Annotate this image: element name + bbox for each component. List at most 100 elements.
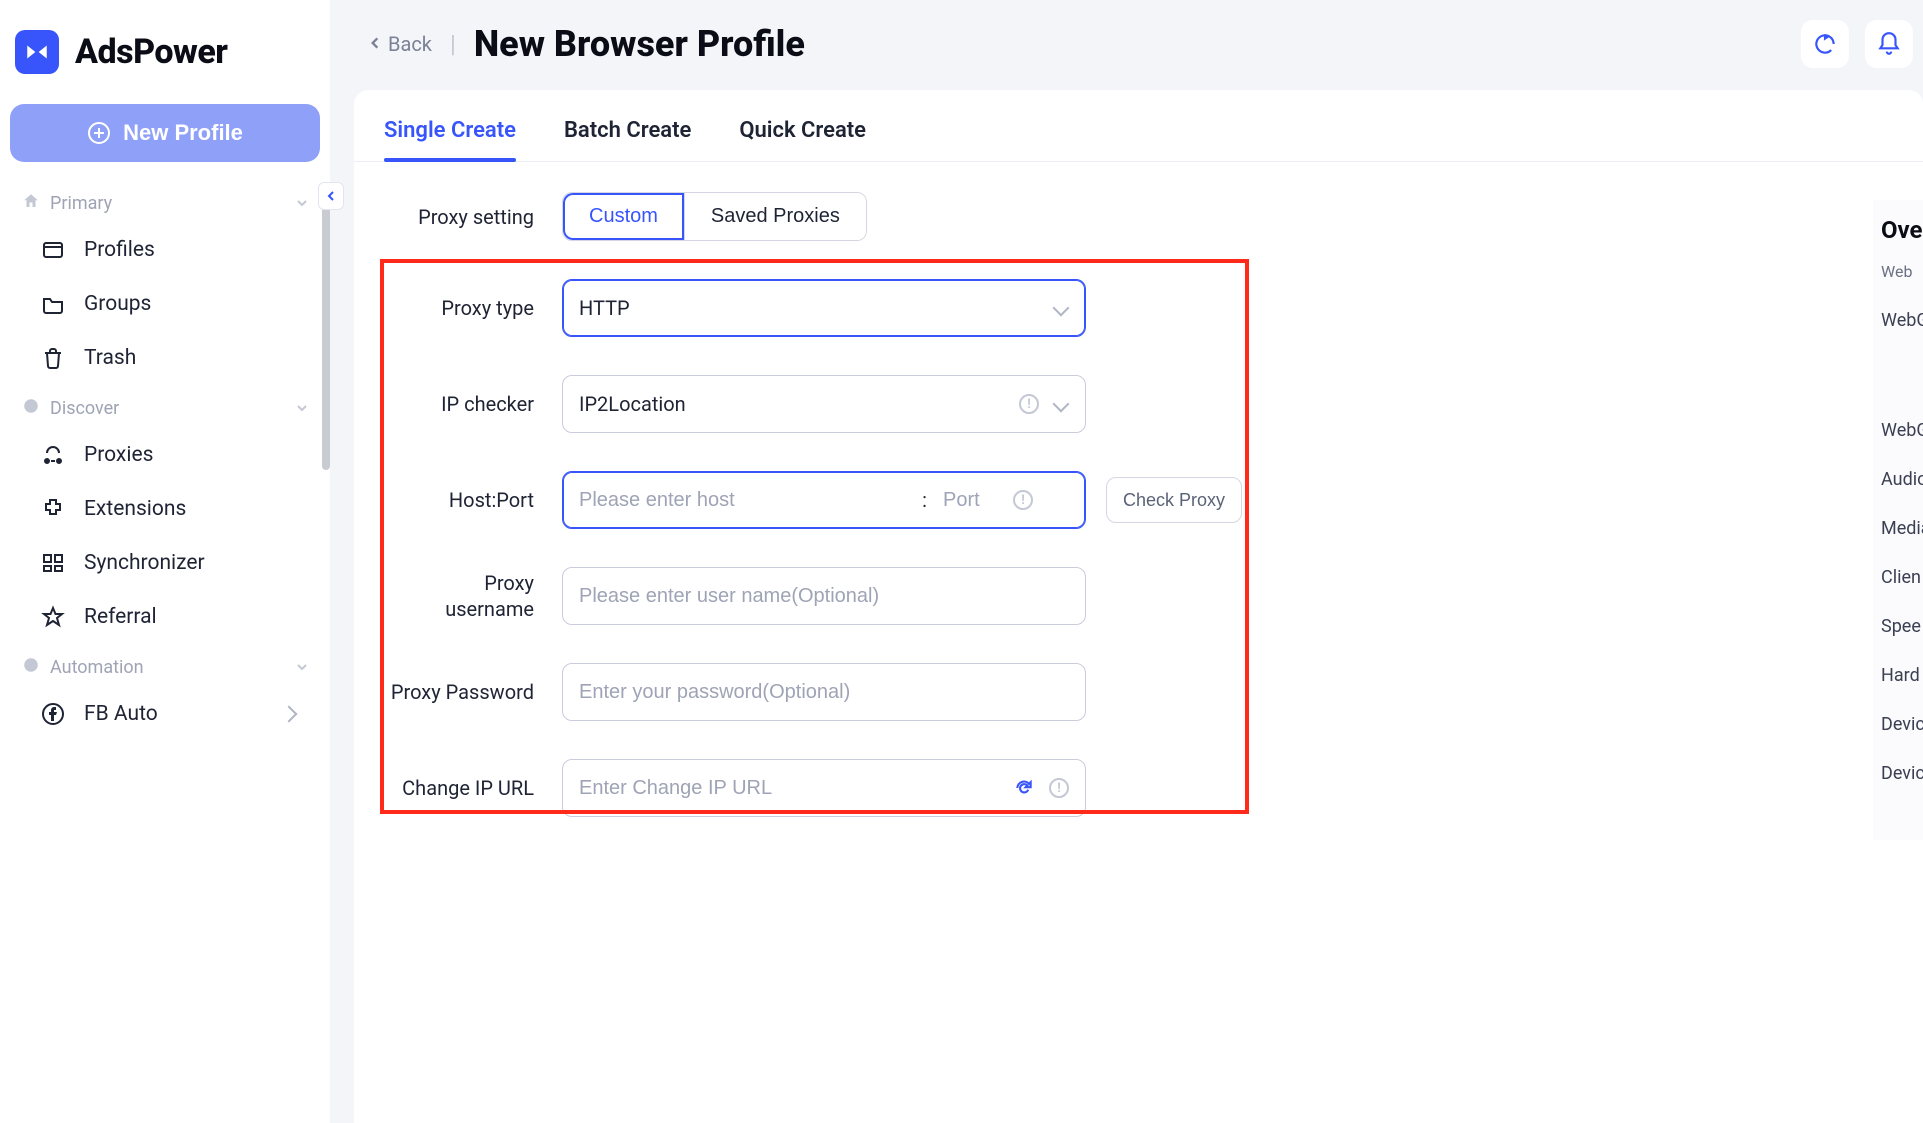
star-icon (40, 604, 66, 630)
sync-button[interactable] (1801, 20, 1849, 68)
sidebar-item-extensions[interactable]: Extensions (0, 482, 330, 536)
tab-single-create[interactable]: Single Create (384, 110, 516, 161)
host-port-colon: : (914, 488, 935, 512)
info-icon: ! (1019, 394, 1039, 414)
proxy-password-input[interactable] (579, 681, 1069, 704)
sidebar-item-label: Referral (84, 605, 157, 629)
overview-title: Ove (1881, 216, 1923, 244)
main: Back | New Browser Profile Single Create (350, 0, 1923, 1123)
sync-arrows-icon (1812, 31, 1838, 57)
label-proxy-setting: Proxy setting (384, 205, 562, 229)
brand-name: AdsPower (75, 32, 227, 72)
section-primary-label: Primary (50, 193, 112, 214)
logo-icon (24, 39, 50, 65)
section-discover-label: Discover (50, 398, 119, 419)
sidebar-collapse-button[interactable] (318, 182, 344, 210)
overview-item: Hard (1881, 665, 1923, 686)
back-label: Back (388, 32, 432, 56)
info-icon: ! (1049, 778, 1069, 798)
proxy-username-input[interactable] (579, 585, 1069, 608)
row-host-port: Host:Port : ! Check Proxy (384, 471, 1893, 529)
overview-item: Spee (1881, 616, 1923, 637)
tab-label: Quick Create (739, 118, 866, 143)
proxy-type-select[interactable]: HTTP (562, 279, 1086, 337)
sidebar-item-profiles[interactable]: Profiles (0, 223, 330, 277)
sidebar-item-groups[interactable]: Groups (0, 277, 330, 331)
label-ip-checker: IP checker (384, 392, 562, 416)
check-proxy-button[interactable]: Check Proxy (1106, 477, 1242, 523)
label-change-ip-url: Change IP URL (384, 776, 562, 800)
sidebar-item-synchronizer[interactable]: Synchronizer (0, 536, 330, 590)
brand-logo (15, 30, 59, 74)
sidebar: AdsPower New Profile Primary Profiles Gr… (0, 0, 330, 1123)
divider: | (450, 30, 456, 58)
proxy-password-wrapper (562, 663, 1086, 721)
sidebar-scrollbar[interactable] (322, 200, 330, 470)
proxy-setting-saved-button[interactable]: Saved Proxies (685, 193, 866, 240)
info-icon: ! (1013, 490, 1033, 510)
sidebar-item-label: Proxies (84, 443, 153, 467)
sidebar-item-label: Profiles (84, 238, 155, 262)
seg-label: Saved Proxies (711, 205, 840, 227)
brand: AdsPower (0, 0, 330, 94)
sidebar-item-fb-auto[interactable]: FB Auto (0, 687, 330, 741)
trash-icon (40, 345, 66, 371)
sidebar-item-label: Extensions (84, 497, 186, 521)
check-proxy-label: Check Proxy (1123, 490, 1225, 510)
label-proxy-username: Proxy username (384, 570, 562, 622)
plus-circle-icon (87, 121, 111, 145)
row-proxy-type: Proxy type HTTP (384, 279, 1893, 337)
row-ip-checker: IP checker IP2Location ! (384, 375, 1893, 433)
tab-label: Batch Create (564, 118, 691, 143)
tab-batch-create[interactable]: Batch Create (564, 110, 691, 161)
label-proxy-type: Proxy type (384, 296, 562, 320)
tab-quick-create[interactable]: Quick Create (739, 110, 866, 161)
overview-item: WebGL meta ta (1881, 309, 1923, 332)
compass-icon (22, 397, 40, 420)
notifications-button[interactable] (1865, 20, 1913, 68)
host-input[interactable] (579, 489, 898, 512)
chevron-down-icon (296, 398, 308, 419)
proxies-icon (40, 442, 66, 468)
sidebar-item-proxies[interactable]: Proxies (0, 428, 330, 482)
sidebar-item-trash[interactable]: Trash (0, 331, 330, 385)
overview-item: Audio (1881, 469, 1923, 490)
row-proxy-setting: Proxy setting Custom Saved Proxies (384, 192, 1893, 241)
section-primary-header[interactable]: Primary (0, 180, 330, 223)
new-profile-button[interactable]: New Profile (10, 104, 320, 162)
chevron-left-icon (368, 34, 382, 55)
new-profile-label: New Profile (123, 120, 243, 146)
chevron-down-icon (296, 657, 308, 678)
overview-panel: Ove Web WebGL meta ta WebG Audio Media d… (1873, 200, 1923, 840)
chevron-down-icon (1053, 300, 1069, 316)
proxy-setting-custom-button[interactable]: Custom (563, 193, 685, 240)
back-link[interactable]: Back (368, 32, 432, 56)
section-automation-header[interactable]: Automation (0, 644, 330, 687)
sidebar-item-label: Synchronizer (84, 551, 205, 575)
section-discover-header[interactable]: Discover (0, 385, 330, 428)
tab-label: Single Create (384, 118, 516, 143)
sidebar-item-label: Trash (84, 346, 136, 370)
extensions-icon (40, 496, 66, 522)
bell-icon (1876, 31, 1902, 57)
change-ip-url-input[interactable] (579, 777, 1013, 800)
topbar: Back | New Browser Profile (350, 0, 1923, 78)
row-proxy-password: Proxy Password (384, 663, 1893, 721)
profiles-icon (40, 237, 66, 263)
chevron-down-icon (1053, 396, 1069, 412)
label-proxy-password: Proxy Password (384, 680, 562, 704)
seg-label: Custom (589, 205, 658, 227)
facebook-icon (40, 701, 66, 727)
ip-checker-select[interactable]: IP2Location ! (562, 375, 1086, 433)
port-input[interactable] (943, 489, 1003, 512)
sidebar-item-referral[interactable]: Referral (0, 590, 330, 644)
ip-checker-value: IP2Location (579, 392, 1019, 416)
sync-icon (40, 550, 66, 576)
folder-icon (40, 291, 66, 317)
refresh-icon[interactable] (1013, 777, 1035, 799)
content-card: Single Create Batch Create Quick Create … (354, 90, 1923, 1123)
page-title: New Browser Profile (474, 23, 805, 65)
form-area: Proxy setting Custom Saved Proxies Proxy… (354, 162, 1923, 1123)
proxy-username-wrapper (562, 567, 1086, 625)
overview-item: WebG (1881, 420, 1923, 441)
